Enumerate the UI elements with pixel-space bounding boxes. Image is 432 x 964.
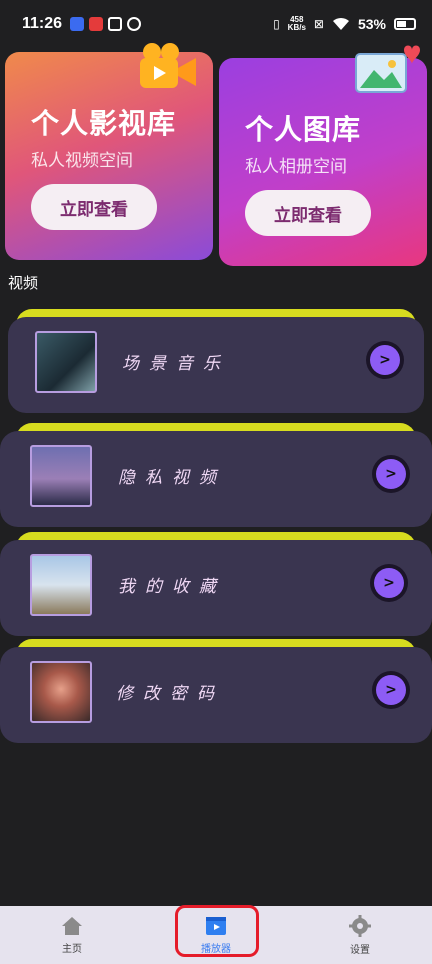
- chevron-right-icon: >: [374, 568, 404, 598]
- chevron-right-icon: >: [376, 675, 406, 705]
- arrow-button[interactable]: >: [372, 455, 410, 493]
- list-item-private-video[interactable]: 隐私视频 >: [0, 423, 432, 529]
- home-icon: [62, 916, 82, 935]
- nav-home[interactable]: 主页: [0, 906, 144, 964]
- video-library-title: 个人影视库: [31, 107, 177, 140]
- arrow-button[interactable]: >: [366, 341, 404, 379]
- arrow-button[interactable]: >: [370, 564, 408, 602]
- net-speed: 458 KB/s: [288, 16, 306, 32]
- picture-icon: [355, 45, 420, 93]
- list-item-change-password[interactable]: 修改密码 >: [0, 639, 432, 745]
- list-item-label: 修改密码: [116, 684, 224, 704]
- nav-home-label: 主页: [62, 943, 82, 955]
- list-item-label: 场景音乐: [122, 354, 230, 374]
- battery-icon: [394, 18, 416, 30]
- thumbnail-image: [30, 445, 92, 507]
- photo-library-title: 个人图库: [245, 113, 362, 146]
- bottom-nav: 主页 播放器 设置: [0, 906, 432, 964]
- sim-off-icon: ⊠: [313, 17, 324, 31]
- link-notification-icon: [127, 17, 142, 31]
- list-item-label: 隐私视频: [118, 468, 226, 488]
- nav-settings-label: 设置: [350, 944, 370, 956]
- status-bar: 11:26 ▯ 458 KB/s ⊠ 53%: [0, 0, 432, 48]
- section-title: 视频: [8, 274, 39, 292]
- photo-view-button[interactable]: 立即查看: [245, 190, 371, 236]
- battery-percent: 53%: [357, 16, 386, 32]
- list-item-scene-music[interactable]: 场景音乐 >: [0, 309, 432, 415]
- video-camera-icon: [140, 43, 196, 88]
- photo-library-subtitle: 私人相册空间: [245, 157, 347, 177]
- chevron-right-icon: >: [376, 459, 406, 489]
- video-library-subtitle: 私人视频空间: [31, 151, 133, 171]
- status-time: 11:26: [22, 15, 63, 32]
- list-item-label: 我的收藏: [118, 577, 226, 597]
- chevron-right-icon: >: [370, 345, 400, 375]
- nav-player[interactable]: 播放器: [144, 906, 288, 964]
- arrow-button[interactable]: >: [372, 671, 410, 709]
- gear-icon: [349, 914, 371, 937]
- video-view-button[interactable]: 立即查看: [31, 184, 157, 230]
- thumbnail-image: [35, 331, 97, 393]
- news-notification-icon: [89, 17, 104, 31]
- thumbnail-image: [30, 554, 92, 616]
- net-speed-unit: KB/s: [287, 23, 306, 32]
- nav-player-label: 播放器: [201, 943, 231, 955]
- player-icon: [206, 916, 226, 935]
- list-item-favorites[interactable]: 我的收藏 >: [0, 532, 432, 638]
- wifi-icon: [332, 17, 349, 30]
- nav-settings[interactable]: 设置: [288, 906, 432, 964]
- box-notification-icon: [108, 17, 123, 31]
- thumbnail-image: [30, 661, 92, 723]
- play-notification-icon: [70, 17, 85, 31]
- vibrate-icon: ▯: [273, 17, 280, 31]
